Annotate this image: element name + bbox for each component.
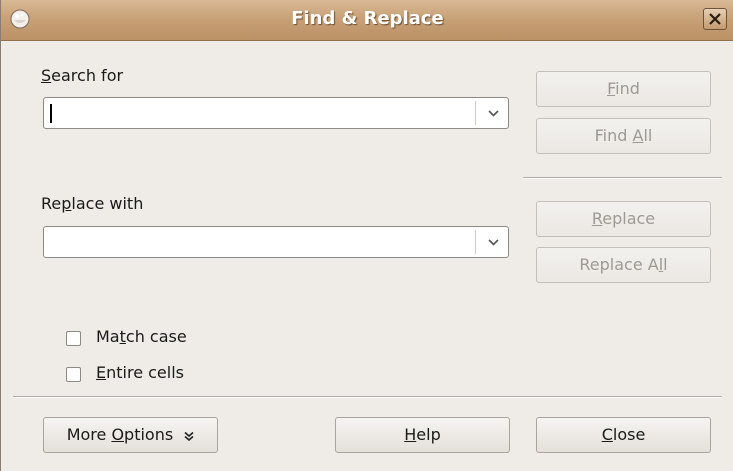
entire-cells-label[interactable]: Entire cells <box>96 363 184 382</box>
chevron-down-icon[interactable] <box>488 239 499 246</box>
search-combobox[interactable] <box>43 97 509 129</box>
entire-cells-checkbox[interactable] <box>66 367 81 382</box>
replace-combobox[interactable] <box>43 226 509 258</box>
text-cursor <box>50 104 52 123</box>
find-all-button[interactable]: Find All <box>536 118 711 154</box>
find-replace-dialog: Find & Replace Search for Find Find All … <box>0 0 733 471</box>
bottom-separator <box>13 396 722 398</box>
find-button[interactable]: Find <box>536 71 711 107</box>
chevron-down-icon[interactable] <box>488 110 499 117</box>
close-icon <box>709 13 721 25</box>
replace-all-button[interactable]: Replace All <box>536 247 711 283</box>
window-close-button[interactable] <box>703 8 727 30</box>
more-options-button[interactable]: More Options <box>43 417 218 453</box>
match-case-checkbox[interactable] <box>66 331 81 346</box>
help-button[interactable]: Help <box>335 417 510 453</box>
window-title: Find & Replace <box>291 8 444 29</box>
close-button[interactable]: Close <box>536 417 711 453</box>
replace-label: Replace with <box>41 194 144 213</box>
replace-button[interactable]: Replace <box>536 201 711 237</box>
search-label: Search for <box>41 66 124 85</box>
double-chevron-down-icon <box>184 431 194 442</box>
match-case-label[interactable]: Match case <box>96 327 187 346</box>
right-separator <box>523 177 722 179</box>
title-bar[interactable]: Find & Replace <box>1 0 733 41</box>
